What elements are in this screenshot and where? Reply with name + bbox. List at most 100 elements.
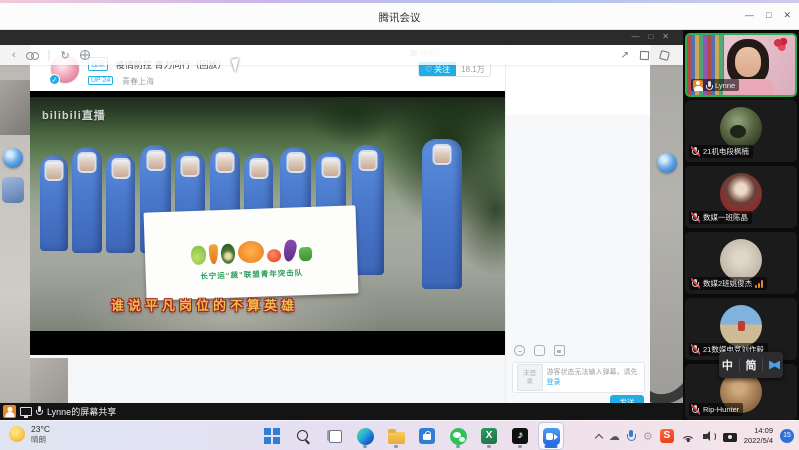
follow-label: 关注 <box>434 64 450 75</box>
screen-share-banner: Lynne的屏幕共享 <box>0 403 683 420</box>
participant-tile[interactable]: 21数媒电竞刘作毅 <box>685 298 797 360</box>
wifi-icon[interactable] <box>681 431 696 442</box>
participant-name: 21机电段枫楠 <box>703 146 749 157</box>
danmaku-input[interactable]: 未登录 游客状态无法输入弹幕，请先登录 <box>512 362 645 393</box>
cube-icon[interactable] <box>640 50 649 59</box>
calligraphy-stroke <box>650 314 683 403</box>
participant-name: 数媒一班陈晶 <box>703 212 748 223</box>
vegetable-banner: 长宁运“蔬”联盟青年突击队 <box>144 205 359 300</box>
page-left-artwork <box>0 45 30 403</box>
ime-skin-icon[interactable] <box>769 361 780 370</box>
sun-icon <box>9 426 25 442</box>
participant-face <box>735 47 761 77</box>
mic-muted-icon <box>691 212 700 223</box>
camera-in-use-icon[interactable] <box>723 433 737 442</box>
volume-bars-icon <box>755 280 763 288</box>
store-button[interactable] <box>415 423 439 449</box>
mic-on-icon <box>706 81 712 90</box>
tencent-meeting-button[interactable] <box>539 423 563 449</box>
participant-tile-lynne[interactable]: Lynne <box>685 33 797 97</box>
host-badge-icon <box>693 80 703 90</box>
person-icon <box>696 81 700 85</box>
follower-count: 18.1万 <box>456 64 490 75</box>
bilibili-live-page: ✓ 独家 疫情防控 青力同行（回放） 30.8万 ♡ 关注 18.1万 UP 2… <box>30 45 650 403</box>
file-explorer-button[interactable] <box>384 423 408 449</box>
presenter-badge-icon <box>3 405 16 418</box>
share-icon[interactable]: ↗ <box>621 50 629 61</box>
image-icon[interactable] <box>554 345 565 356</box>
edge-button[interactable] <box>353 423 377 449</box>
avatar <box>720 305 762 347</box>
desktop-wallpaper-strip <box>650 45 683 403</box>
browser-close-button[interactable]: ✕ <box>662 32 669 41</box>
browser-minimize-button[interactable]: — <box>631 32 639 41</box>
guest-prompt: 游客状态无法输入弹幕，请先登录 <box>547 368 644 387</box>
wechat-button[interactable] <box>446 423 470 449</box>
pumpkin-icon <box>237 241 264 264</box>
mic-muted-icon <box>691 404 700 415</box>
taskbar-clock[interactable]: 14:09 2022/5/4 <box>744 426 773 446</box>
meeting-titlebar: 腾讯会议 — □ ✕ <box>0 3 799 30</box>
meeting-camera-icon <box>543 428 560 445</box>
link-icon[interactable] <box>26 50 38 60</box>
avatar <box>720 107 762 149</box>
login-link[interactable]: 登录 <box>547 379 561 386</box>
avatar <box>720 239 762 281</box>
tomato-icon <box>266 249 280 262</box>
task-view-button[interactable] <box>322 423 346 449</box>
verified-badge-icon: ✓ <box>49 74 60 85</box>
maximize-button[interactable]: □ <box>766 10 771 21</box>
globe-icon[interactable] <box>80 50 90 60</box>
excel-button[interactable]: X <box>477 423 501 449</box>
annotation-toolbar: ‹ | ↻ ↗ <box>0 45 683 65</box>
video-subtitle: 谁说平凡岗位的不算英雄 <box>52 295 357 314</box>
notification-badge[interactable]: 15 <box>780 429 794 443</box>
ime-language-mode[interactable]: 中 <box>722 357 733 373</box>
participant-tile[interactable]: 数媒2班姚俊杰 <box>685 232 797 294</box>
ime-divider <box>739 358 740 372</box>
avocado-icon <box>220 244 235 264</box>
back-icon[interactable]: ‹ <box>12 49 16 61</box>
browser-frame-top: — □ ✕ <box>0 30 683 45</box>
windows-logo-icon <box>264 428 280 444</box>
toolbar-divider: | <box>48 49 51 61</box>
excel-icon: X <box>481 428 497 444</box>
emoji-icon[interactable] <box>514 345 525 356</box>
onedrive-cloud-icon[interactable]: ☁ <box>609 430 620 443</box>
tray-expand-icon[interactable] <box>595 433 603 441</box>
guest-status-badge: 未登录 <box>517 364 543 390</box>
participant-name: 数媒2班姚俊杰 <box>703 278 752 289</box>
settings-gear-icon[interactable]: ⚙ <box>643 430 653 443</box>
speaker-icon[interactable] <box>703 431 716 442</box>
tiktok-button[interactable]: ♪ <box>508 423 532 449</box>
rotate-window-icon[interactable] <box>659 50 670 61</box>
sogou-input-icon[interactable]: S <box>660 429 674 443</box>
ime-divider <box>762 358 763 372</box>
task-view-icon <box>327 430 342 443</box>
video-player[interactable]: 长宁运“蔬”联盟青年突击队 bilibili直播 谁说平凡岗位的不算英雄 <box>30 91 505 355</box>
minimize-button[interactable]: — <box>745 10 754 21</box>
person-figure <box>40 155 68 251</box>
background-photo <box>0 80 30 135</box>
weather-widget[interactable]: 23°C 晴朗 <box>9 424 50 444</box>
danmaku-settings-icon[interactable] <box>534 345 545 356</box>
pepper-icon <box>298 247 311 261</box>
browser-maximize-button[interactable]: □ <box>648 32 653 41</box>
participant-tile[interactable]: 数媒一班陈晶 <box>685 166 797 228</box>
refresh-icon[interactable]: ↻ <box>61 49 70 62</box>
ime-charset-mode[interactable]: 简 <box>745 357 756 373</box>
search-button[interactable] <box>291 423 315 449</box>
date: 2022/5/4 <box>744 436 773 446</box>
window-title: 腾讯会议 <box>0 10 799 25</box>
mic-in-use-icon[interactable] <box>627 430 636 443</box>
uploader-name[interactable]: 青春上海 <box>122 76 154 87</box>
person-icon <box>7 407 12 412</box>
share-banner-text: Lynne的屏幕共享 <box>47 405 116 418</box>
ime-toolbar[interactable]: 中 简 <box>719 352 783 378</box>
close-button[interactable]: ✕ <box>783 10 791 21</box>
start-button[interactable] <box>260 423 284 449</box>
mic-muted-icon <box>691 278 700 289</box>
send-button[interactable]: 发送 <box>610 395 644 403</box>
participant-tile[interactable]: 21机电段枫楠 <box>685 100 797 162</box>
person-figure <box>72 147 102 253</box>
